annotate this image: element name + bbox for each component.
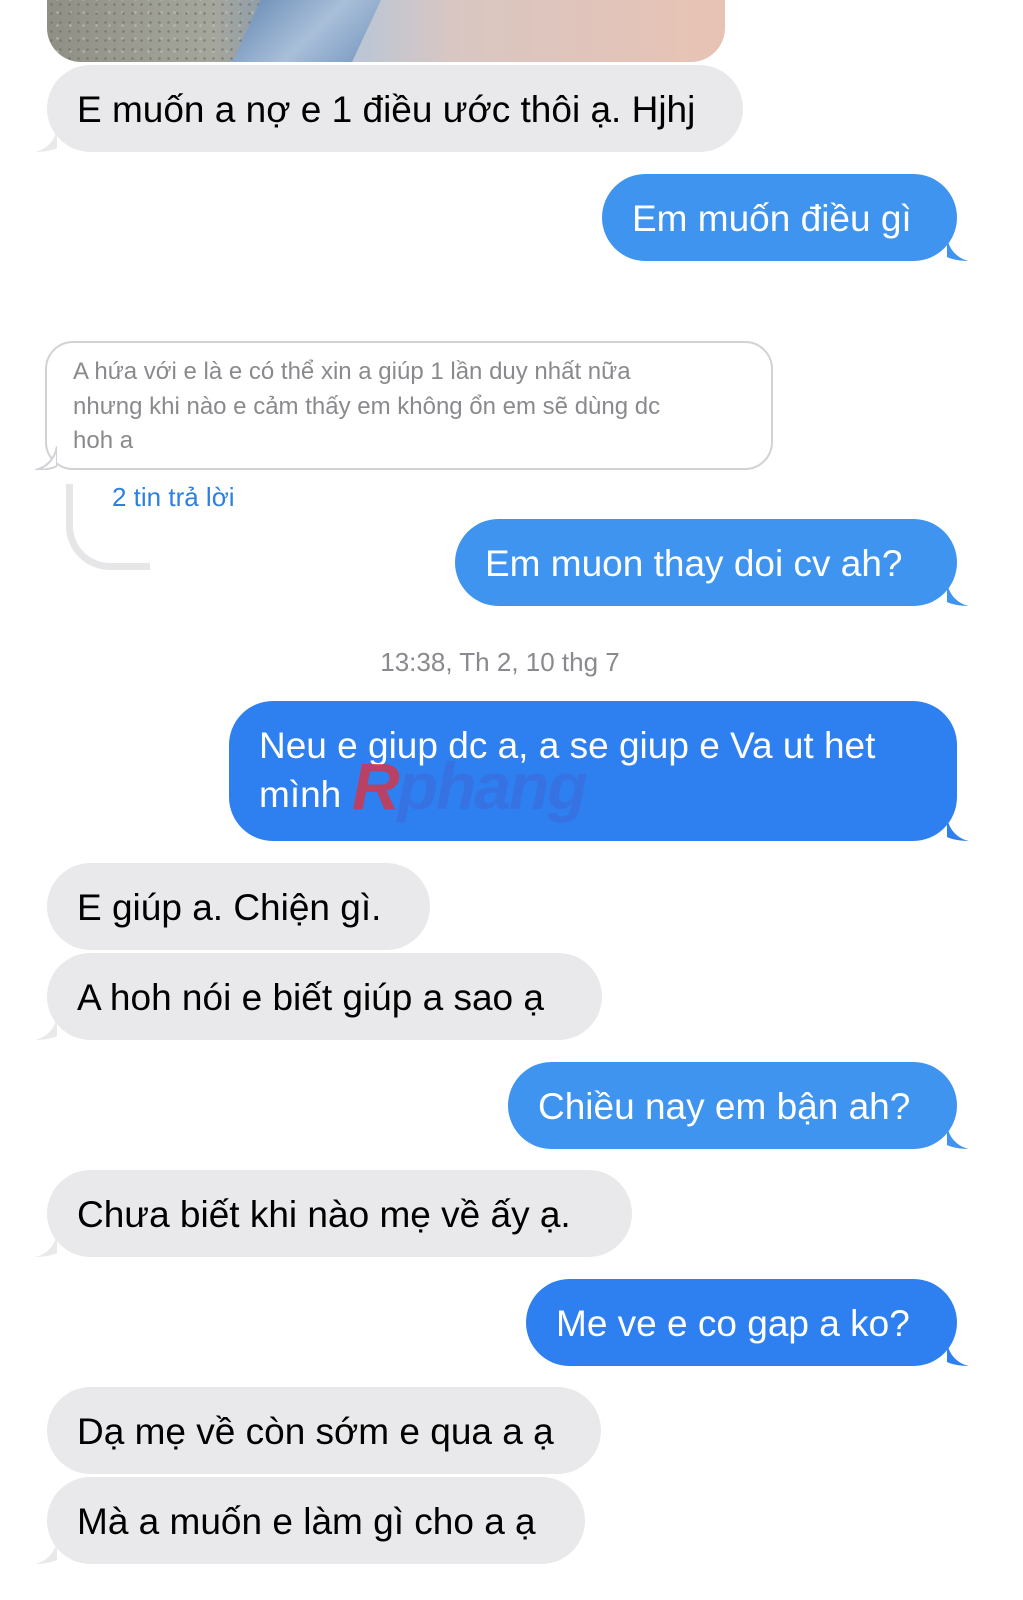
bubble-tail [947,1342,969,1366]
message-incoming[interactable]: E giúp a. Chiện gì. [47,863,430,950]
reply-count-link[interactable]: 2 tin trả lời [112,482,235,513]
message-incoming[interactable]: E muốn a nợ e 1 điều ước thôi ạ. Hjhj [35,65,743,152]
message-incoming[interactable]: Mà a muốn e làm gì cho a ạ [35,1477,585,1564]
message-text: Me ve e co gap a ko? [556,1303,910,1344]
message-text: E giúp a. Chiện gì. [77,887,382,928]
bubble-tail [35,1016,57,1040]
bubble-tail [35,128,57,152]
message-incoming[interactable]: Dạ mẹ về còn sớm e qua a ạ [47,1387,601,1474]
message-text: E muốn a nợ e 1 điều ước thôi ạ. Hjhj [77,89,696,130]
message-text: Chiều nay em bận ah? [538,1086,911,1127]
quoted-message[interactable]: A hứa với e là e có thể xin a giúp 1 lần… [35,341,773,470]
message-outgoing[interactable]: Em muốn điều gì [602,174,969,261]
message-outgoing[interactable]: Em muon thay doi cv ah? [455,519,969,606]
bubble-tail [947,237,969,261]
message-text: Chưa biết khi nào mẹ về ấy ạ. [77,1194,571,1235]
quoted-line: A hứa với e là e có thể xin a giúp 1 lần… [73,358,631,385]
message-outgoing[interactable]: Neu e giup dc a, a se giup e Va ut het m… [229,701,969,841]
bubble-tail [947,817,969,841]
bubble-tail [35,1540,57,1564]
bubble-tail [35,1233,57,1257]
message-text: Dạ mẹ về còn sớm e qua a ạ [77,1411,554,1452]
bubble-tail [35,446,57,470]
bubble-tail [947,1125,969,1149]
bubble-tail [947,582,969,606]
message-timestamp: 13:38, Th 2, 10 thg 7 [380,647,620,677]
quoted-line: hoh a [73,427,134,454]
message-outgoing[interactable]: Chiều nay em bận ah? [508,1062,969,1149]
message-text: Mà a muốn e làm gì cho a ạ [77,1501,536,1542]
message-outgoing[interactable]: Me ve e co gap a ko? [526,1279,969,1366]
message-text: Em muốn điều gì [632,198,912,239]
watermark-logo: Rphang [352,749,588,823]
quoted-line: nhưng khi nào e cảm thấy em không ổn em … [73,392,661,420]
shared-photo[interactable] [47,0,725,62]
message-incoming[interactable]: Chưa biết khi nào mẹ về ấy ạ. [35,1170,632,1257]
message-text: A hoh nói e biết giúp a sao ạ [77,977,544,1018]
message-text: Em muon thay doi cv ah? [485,543,903,584]
message-incoming[interactable]: A hoh nói e biết giúp a sao ạ [35,953,602,1040]
